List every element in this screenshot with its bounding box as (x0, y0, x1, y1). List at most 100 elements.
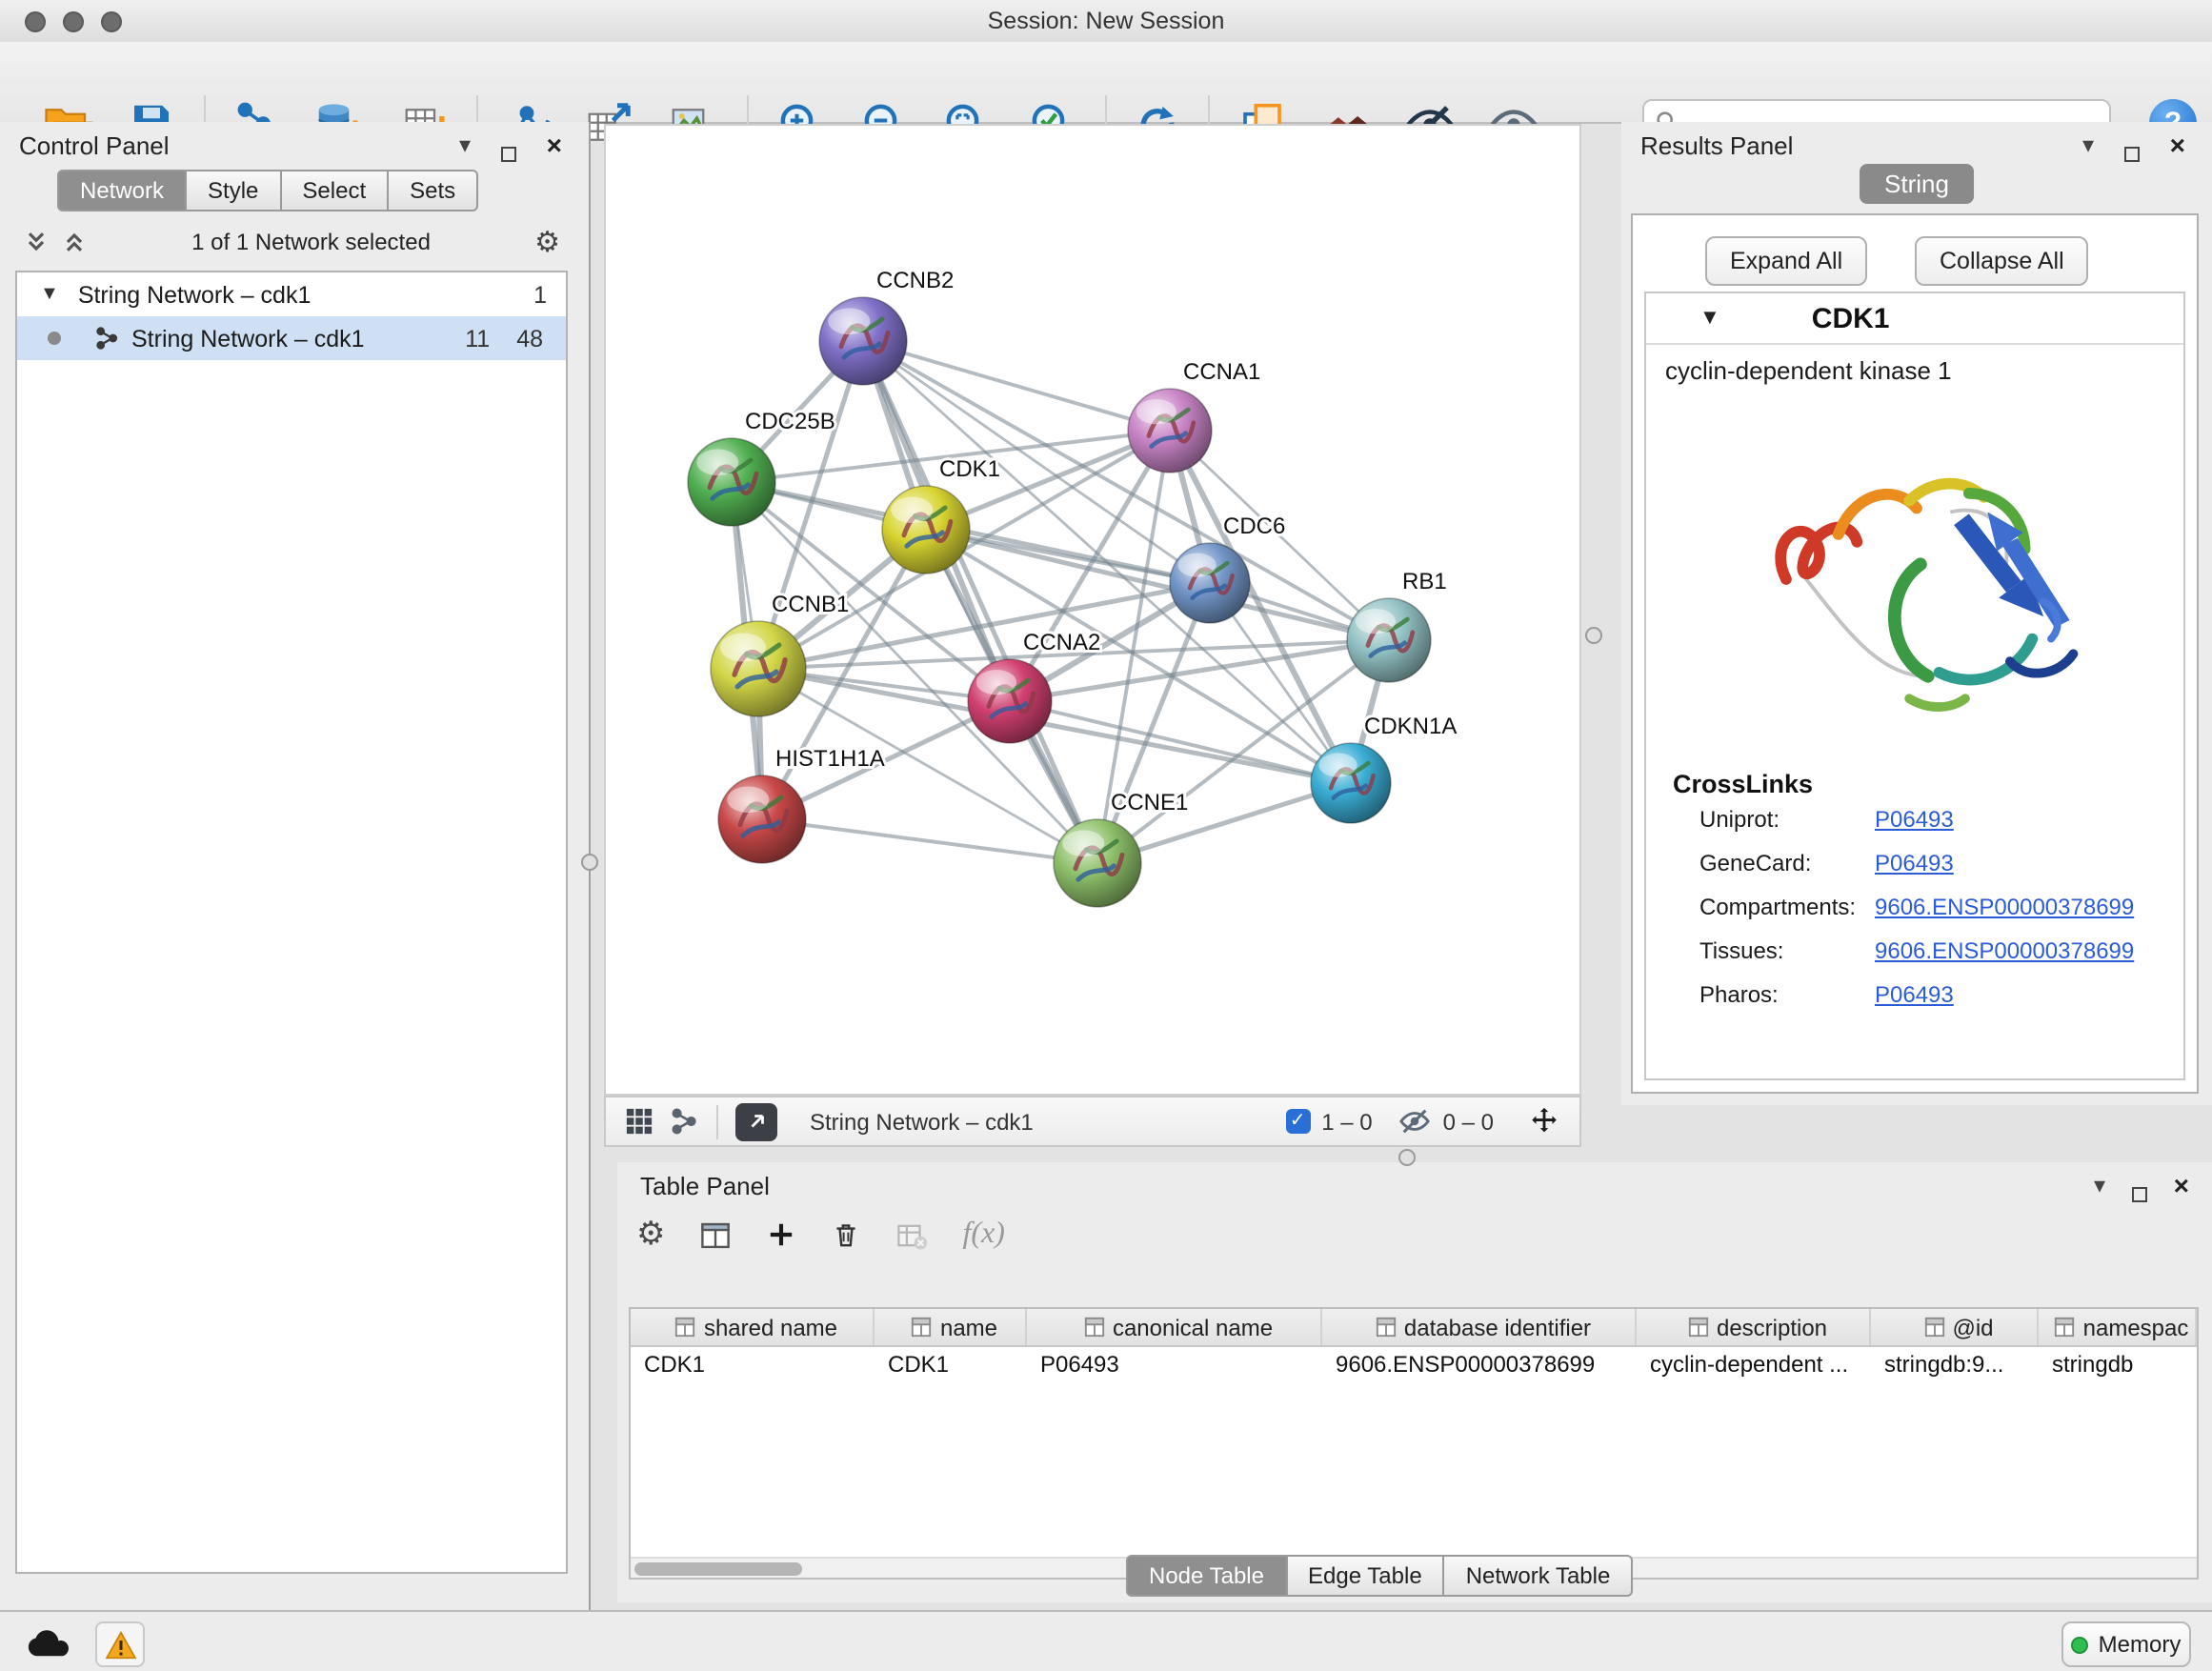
network-node-CCNE1[interactable] (1054, 819, 1141, 907)
warnings-button[interactable] (95, 1621, 145, 1667)
tab-network[interactable]: Network (57, 170, 187, 211)
table-cell: stringdb (2039, 1347, 2197, 1383)
tab-string[interactable]: String (1860, 164, 1974, 204)
delete-column-trash-icon[interactable] (832, 1219, 862, 1250)
network-canvas[interactable]: CCNB2CCNA1CDC25BCDK1CDC6RB1CCNB1CCNA2CDK… (604, 124, 1581, 1096)
network-node-CDC25B[interactable] (688, 438, 775, 526)
hidden-counts: 0 – 0 (1443, 1108, 1494, 1135)
network-node-CDK1[interactable] (882, 486, 970, 574)
cloud-icon[interactable] (23, 1627, 72, 1660)
network-row[interactable]: String Network – cdk1 11 48 (17, 316, 566, 360)
network-share-icon (95, 326, 120, 351)
column-header--id[interactable]: @id (1871, 1309, 2039, 1345)
crosslink-link[interactable]: 9606.ENSP00000378699 (1875, 894, 2134, 920)
crosslink-row: GeneCard:P06493 (1699, 850, 2183, 876)
selected-checkbox[interactable]: ✓ (1285, 1109, 1310, 1134)
table-cell: 9606.ENSP00000378699 (1322, 1347, 1637, 1383)
network-edge[interactable] (863, 341, 1097, 863)
float-panel-button[interactable] (501, 137, 516, 171)
column-header-shared-name[interactable]: shared name (631, 1309, 875, 1345)
tab-sets[interactable]: Sets (389, 170, 478, 211)
network-view-toolbar: String Network – cdk1 ✓ 1 – 0 0 – 0 (604, 1096, 1581, 1147)
close-panel-button[interactable]: × (2170, 130, 2185, 160)
tab-edge-table[interactable]: Edge Table (1287, 1555, 1445, 1597)
column-label: canonical name (1113, 1314, 1273, 1340)
crosslinks-list: Uniprot:P06493GeneCard:P06493Compartment… (1646, 806, 2183, 1008)
bottom-splitter-handle[interactable] (1398, 1149, 1416, 1166)
network-label: String Network – cdk1 (131, 325, 365, 352)
collapse-panel-button[interactable]: ▾ (2082, 133, 2094, 156)
delete-table-icon[interactable] (896, 1218, 929, 1251)
chevrons-up-icon[interactable] (61, 229, 88, 255)
scrollbar-thumb[interactable] (634, 1561, 802, 1575)
column-header-database-identifier[interactable]: database identifier (1322, 1309, 1637, 1345)
tab-node-table[interactable]: Node Table (1126, 1555, 1287, 1597)
tab-style[interactable]: Style (187, 170, 281, 211)
gene-header[interactable]: ▼ CDK1 (1646, 293, 2183, 345)
tab-select[interactable]: Select (281, 170, 389, 211)
close-panel-button[interactable]: × (547, 130, 562, 160)
network-node-RB1[interactable] (1347, 598, 1431, 682)
grid-view-icon[interactable] (625, 1107, 654, 1136)
collapse-panel-button[interactable]: ▾ (2094, 1174, 2105, 1197)
network-edge[interactable] (863, 341, 1170, 431)
column-header-namespac[interactable]: namespac (2039, 1309, 2197, 1345)
memory-button[interactable]: Memory (2061, 1621, 2191, 1667)
column-label: name (940, 1314, 997, 1340)
network-node-HIST1H1A[interactable] (718, 775, 806, 863)
network-node-CCNA1[interactable] (1128, 389, 1212, 473)
float-panel-button[interactable] (2124, 137, 2140, 171)
chevrons-down-icon[interactable] (23, 229, 50, 255)
table-body: CDK1CDK1P064939606.ENSP00000378699cyclin… (631, 1347, 2197, 1383)
birdseye-share-icon[interactable] (671, 1107, 699, 1136)
crosslink-link[interactable]: 9606.ENSP00000378699 (1875, 937, 2134, 964)
crosslink-row: Tissues:9606.ENSP00000378699 (1699, 937, 2183, 964)
network-node-CDKN1A[interactable] (1311, 743, 1391, 823)
network-edge[interactable] (762, 819, 1097, 863)
tab-network-table[interactable]: Network Table (1445, 1555, 1634, 1597)
column-header-description[interactable]: description (1637, 1309, 1871, 1345)
crosslink-link[interactable]: P06493 (1875, 806, 1954, 833)
network-graph: CCNB2CCNA1CDC25BCDK1CDC6RB1CCNB1CCNA2CDK… (606, 126, 1579, 1094)
table-panel-title: Table Panel (640, 1172, 770, 1200)
network-node-CCNB1[interactable] (711, 621, 806, 716)
right-splitter-handle[interactable] (1585, 627, 1602, 644)
network-node-CCNB2[interactable] (819, 297, 907, 385)
table-cell: stringdb:9... (1871, 1347, 2039, 1383)
expand-triangle-icon[interactable]: ▼ (40, 284, 59, 305)
crosslink-link[interactable]: P06493 (1875, 850, 1954, 876)
network-edge[interactable] (1010, 701, 1351, 783)
close-panel-button[interactable]: × (2174, 1170, 2189, 1200)
node-label-HIST1H1A: HIST1H1A (775, 746, 885, 772)
float-panel-button[interactable] (2132, 1178, 2147, 1212)
open-in-window-button[interactable] (735, 1102, 777, 1140)
hidden-eye-icon[interactable] (1399, 1105, 1432, 1137)
selection-summary: 1 of 1 Network selected (88, 229, 534, 255)
collapse-panel-button[interactable]: ▾ (459, 133, 471, 156)
pan-move-icon[interactable] (1528, 1105, 1560, 1137)
expand-all-button[interactable]: Expand All (1705, 236, 1867, 286)
function-builder-button[interactable]: f(x) (963, 1218, 1005, 1252)
left-splitter-handle[interactable] (581, 854, 598, 871)
crosslink-link[interactable]: P06493 (1875, 981, 1954, 1008)
network-node-CDC6[interactable] (1170, 543, 1250, 623)
add-column-icon[interactable] (767, 1219, 797, 1250)
table-settings-gear-icon[interactable]: ⚙ (636, 1216, 666, 1254)
control-panel: Control Panel ▾ × NetworkStyleSelectSets… (0, 122, 591, 1610)
status-bar: Memory (0, 1610, 2212, 1671)
column-label: description (1717, 1314, 1827, 1340)
gear-icon[interactable]: ⚙ (534, 225, 560, 259)
network-list: ▼ String Network – cdk1 1 String Network… (15, 271, 568, 1574)
crosslink-row: Pharos:P06493 (1699, 981, 2183, 1008)
separator (716, 1104, 718, 1138)
column-header-name[interactable]: name (875, 1309, 1027, 1345)
network-node-CCNA2[interactable] (968, 659, 1052, 743)
table-row[interactable]: CDK1CDK1P064939606.ENSP00000378699cyclin… (631, 1347, 2197, 1383)
table-cell: P06493 (1027, 1347, 1322, 1383)
collapse-all-button[interactable]: Collapse All (1915, 236, 2089, 286)
memory-status-dot (2072, 1636, 2089, 1653)
collapse-triangle-icon[interactable]: ▼ (1699, 307, 1720, 330)
column-header-canonical-name[interactable]: canonical name (1027, 1309, 1322, 1345)
columns-icon[interactable] (700, 1218, 733, 1251)
network-collection-row[interactable]: ▼ String Network – cdk1 1 (17, 272, 566, 316)
